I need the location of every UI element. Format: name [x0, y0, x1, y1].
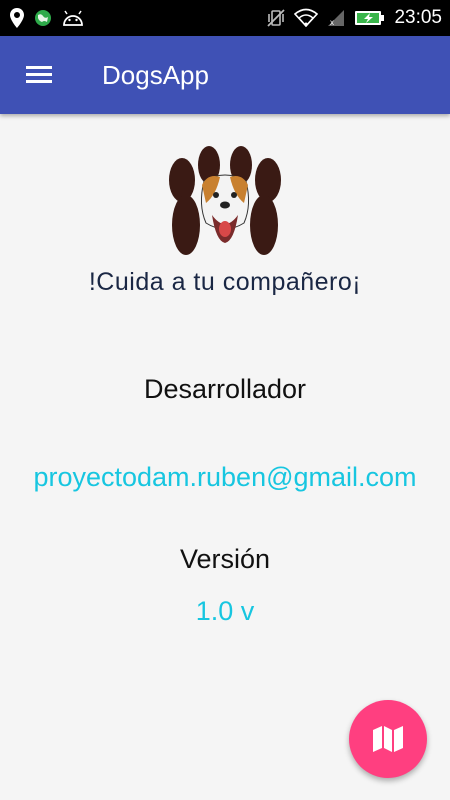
- version-label: Versión: [179, 544, 271, 574]
- signal-icon: x: [328, 10, 345, 27]
- battery-charging-icon: [355, 11, 385, 25]
- status-left-icons: [10, 8, 84, 28]
- tagline: !Cuida a tu compañero¡: [88, 268, 362, 296]
- developer-label: Desarrollador: [143, 374, 307, 404]
- hamburger-menu-icon[interactable]: [20, 60, 58, 90]
- status-bar: x 23:05: [0, 0, 450, 36]
- map-fab-button[interactable]: [349, 700, 427, 778]
- android-icon: [63, 10, 83, 26]
- wifi-icon: [294, 8, 319, 28]
- status-right-icons: x 23:05: [266, 6, 442, 30]
- globe-icon: [35, 10, 51, 26]
- app-title: DogsApp: [102, 60, 209, 90]
- dog-paw-logo: [169, 146, 281, 255]
- svg-text:x: x: [330, 18, 334, 27]
- map-icon: [373, 726, 403, 752]
- app-bar: DogsApp: [0, 36, 450, 114]
- vibrate-off-icon: [267, 9, 286, 27]
- developer-email-link[interactable]: proyectodam.ruben@gmail.com: [0, 462, 450, 493]
- status-time: 23:05: [394, 7, 442, 28]
- location-pin-icon: [10, 8, 24, 28]
- version-value: 1.0 v: [195, 596, 255, 626]
